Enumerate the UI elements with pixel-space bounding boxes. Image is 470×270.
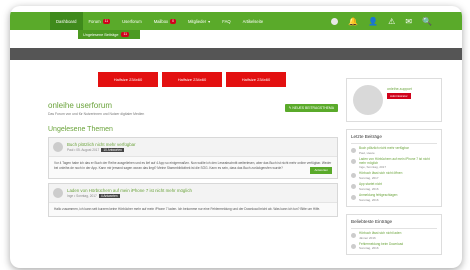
- user-avatar[interactable]: [331, 17, 339, 25]
- section-title: Ungelesene Themen: [48, 126, 113, 133]
- popular-posts-box: Beliebteste Einträge Hörbuch lässt sich …: [346, 213, 442, 256]
- latest-post-meta: Inge, Sonntag, 2017: [359, 165, 387, 170]
- list-item: Laden von Hörbüchern auf mein iPhone 7 i…: [351, 157, 437, 170]
- avatar: [351, 232, 356, 238]
- avatar-icon: [331, 17, 339, 25]
- avatar: [351, 243, 356, 249]
- browser-card: Dashboard Forum 11 Userforum Mailbox 0 Mit…: [10, 6, 462, 268]
- topic-meta: Paul • 05. August 2017 10 Antworten: [67, 148, 136, 152]
- nav-label: Forum: [88, 18, 101, 24]
- avatar: [351, 148, 356, 153]
- bell-icon[interactable]: 🔔: [348, 17, 358, 26]
- nav-badge: 0: [170, 18, 177, 24]
- latest-posts-box: Letzte Beiträge Buch plötzlich nicht meh…: [346, 129, 442, 207]
- new-topic-label: NEUES BEITRAGSTHEMA: [292, 106, 334, 110]
- topic-title-link[interactable]: Buch plötzlich nicht mehr verfügbar: [67, 142, 136, 147]
- avatar[interactable]: [353, 85, 383, 115]
- nav-faq[interactable]: FAQ: [216, 12, 236, 30]
- avatar: [351, 194, 356, 200]
- topic-card: Buch plötzlich nicht mehr verfügbar Paul…: [48, 137, 338, 179]
- topic-body-text: Vor 4 Tagen habe ich das er Buch der Rei…: [54, 161, 332, 170]
- reply-count-badge: 4 Antworten: [98, 194, 120, 198]
- topic-meta: Inge • Sonntag, 2017 4 Antworten: [67, 194, 192, 198]
- nav-mailbox[interactable]: Mailbox 0: [148, 12, 182, 30]
- latest-post-meta: Paul, Heute: [359, 150, 375, 155]
- latest-post-meta: Sonntag, 2016: [359, 186, 379, 191]
- topic-title-link[interactable]: Laden von Hörbüchern auf mein iPhone 7 i…: [67, 188, 192, 193]
- latest-post-meta: Sonntag, 2016: [359, 197, 379, 202]
- list-item: Hörbuch lässt sich nicht öffnen Sonntag, …: [351, 172, 437, 180]
- list-item: Fehlermeldung beim Download Sonntag, 2016: [351, 242, 437, 251]
- header-bar: [10, 48, 462, 60]
- ad-banner[interactable]: Halfsize 234x60: [98, 72, 158, 87]
- new-topic-button[interactable]: ✎ NEUES BEITRAGSTHEMA: [284, 104, 338, 112]
- search-icon[interactable]: 🔍: [422, 17, 432, 26]
- latest-post-meta: Sonntag, 2017: [359, 176, 379, 181]
- nav-label: Userforum: [122, 18, 142, 24]
- nav-label: Artikelseite: [242, 18, 264, 24]
- nav-label: Mitglieder: [188, 18, 207, 24]
- avatar: [351, 173, 356, 179]
- topic-author-date: Inge • Sonntag, 2017: [67, 194, 97, 198]
- unread-posts-dropdown-item[interactable]: Ungelesene Beiträge 11: [78, 30, 140, 39]
- avatar: [351, 158, 356, 164]
- forum-subtitle: Das Forum von und für Nutzerinnen und Nu…: [48, 112, 145, 116]
- banner-row: Halfsize 234x60 Halfsize 234x60 Halfsize…: [98, 72, 338, 87]
- dropdown-label: Ungelesene Beiträge: [83, 32, 119, 37]
- nav-dashboard[interactable]: Dashboard: [50, 12, 83, 30]
- nav-userforum[interactable]: Userforum: [116, 12, 148, 30]
- reply-button[interactable]: Antworten: [310, 167, 332, 174]
- nav-badge: 11: [102, 18, 111, 24]
- ad-banner[interactable]: Halfsize 234x60: [226, 72, 286, 87]
- nav-mitglieder[interactable]: Mitglieder ▾: [182, 12, 216, 30]
- nav-forum[interactable]: Forum 11: [83, 12, 117, 30]
- nav-label: Dashboard: [56, 18, 77, 24]
- user-icons: 🔔 👤 ⚠ ✉ 🔍: [331, 12, 432, 30]
- main-nav: Dashboard Forum 11 Userforum Mailbox 0 Mit…: [50, 12, 269, 30]
- topic-excerpt: Vor 4 Tagen habe ich das er Buch der Rei…: [49, 157, 337, 178]
- list-item: Anmeldung fehlgeschlagen Sonntag, 2016: [351, 193, 437, 202]
- profile-name[interactable]: onleihe-support: [387, 87, 412, 91]
- topic-header: Buch plötzlich nicht mehr verfügbar Paul…: [49, 138, 337, 157]
- topic-card: Laden von Hörbüchern auf mein iPhone 7 i…: [48, 183, 338, 217]
- avatar: [53, 142, 63, 152]
- topic-excerpt: Hallo zusammen, ich kann seit kurzem kei…: [49, 203, 337, 216]
- avatar: [351, 184, 356, 190]
- reply-count-badge: 10 Antworten: [101, 148, 124, 152]
- latest-posts-title: Letzte Beiträge: [351, 134, 437, 144]
- nav-label: FAQ: [222, 18, 231, 24]
- profile-box: onleihe-support Administrator: [346, 78, 442, 122]
- ad-banner[interactable]: Halfsize 234x60: [162, 72, 222, 87]
- topic-author-date: Paul • 05. August 2017: [67, 148, 100, 152]
- avatar: [53, 188, 63, 198]
- topic-body-text: Hallo zusammen, ich kann seit kurzem kei…: [54, 207, 321, 211]
- popular-posts-title: Beliebteste Einträge: [351, 219, 437, 229]
- topic-header: Laden von Hörbüchern auf mein iPhone 7 i…: [49, 184, 337, 203]
- latest-post-link[interactable]: Laden von Hörbüchern auf mein iPhone 7 i…: [359, 157, 437, 166]
- list-item: Hörbuch lässt sich nicht laden Jänner 201…: [351, 231, 437, 240]
- top-navigation-bar: Dashboard Forum 11 Userforum Mailbox 0 Mit…: [10, 12, 462, 30]
- sidebar: onleihe-support Administrator Letzte Bei…: [346, 78, 442, 256]
- notification-icon[interactable]: ✉: [405, 17, 412, 26]
- main-content: Halfsize 234x60 Halfsize 234x60 Halfsize…: [48, 72, 338, 217]
- popular-post-meta: Jänner 2016: [359, 235, 376, 240]
- profile-badge: Administrator: [387, 93, 411, 99]
- user-icon[interactable]: 👤: [368, 17, 378, 26]
- nav-label: Mailbox: [153, 18, 169, 24]
- chevron-down-icon: ▾: [208, 18, 211, 24]
- list-item: Buch plötzlich nicht mehr verfügbar Paul,…: [351, 146, 437, 155]
- popular-post-meta: Sonntag, 2016: [359, 246, 379, 251]
- dropdown-badge: 11: [121, 32, 129, 37]
- list-item: App startet nicht Sonntag, 2016: [351, 182, 437, 191]
- warning-icon[interactable]: ⚠: [388, 17, 395, 26]
- nav-artikelseite[interactable]: Artikelseite: [237, 12, 269, 30]
